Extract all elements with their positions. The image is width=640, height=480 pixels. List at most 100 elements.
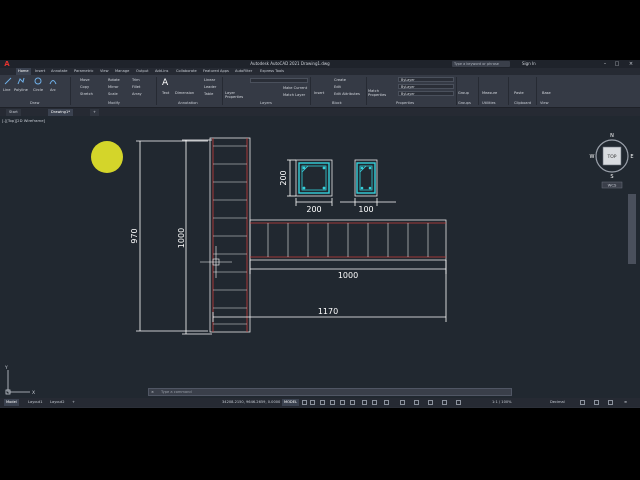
linear-button[interactable]: Linear: [204, 78, 215, 82]
layers-panel-label[interactable]: Layers: [260, 101, 272, 105]
circle-button[interactable]: Circle: [33, 88, 43, 92]
circle-icon[interactable]: [34, 77, 42, 85]
tab-featured-apps[interactable]: Featured Apps: [203, 68, 229, 75]
annotation-scale[interactable]: 1:1 / 100%: [492, 399, 512, 406]
viewcube-south[interactable]: S: [610, 174, 613, 180]
base-button[interactable]: Base: [542, 91, 551, 95]
hardware-acceleration-icon[interactable]: [608, 400, 613, 405]
line-icon[interactable]: [4, 77, 12, 85]
tab-view[interactable]: View: [100, 68, 109, 75]
tab-output[interactable]: Output: [136, 68, 148, 75]
minimize-icon[interactable]: –: [600, 60, 610, 68]
model-space-toggle[interactable]: MODEL: [282, 399, 299, 406]
color-dropdown[interactable]: ByLayer: [398, 77, 454, 82]
start-tab[interactable]: Start: [6, 109, 21, 116]
polyline-icon[interactable]: [17, 77, 25, 85]
sign-in-link[interactable]: Sign In: [522, 60, 536, 68]
command-line[interactable]: × Type a command: [148, 388, 512, 396]
drawing-canvas[interactable]: 970 1000 200 200 100 1000 1170 TOP N S W…: [0, 116, 640, 398]
utilities-panel-label[interactable]: Utilities: [482, 101, 496, 105]
new-tab-button[interactable]: +: [90, 109, 100, 116]
status-menu-icon[interactable]: ≡: [624, 399, 627, 406]
annotation-monitor-icon[interactable]: [400, 400, 405, 405]
group-button[interactable]: Group: [458, 91, 469, 95]
scale-button[interactable]: Scale: [108, 92, 118, 96]
maximize-icon[interactable]: □: [612, 60, 622, 68]
polar-icon[interactable]: [330, 400, 335, 405]
measure-button[interactable]: Measure: [482, 91, 497, 95]
match-properties-button[interactable]: Match Properties: [368, 89, 388, 97]
layer-dropdown[interactable]: [250, 78, 308, 83]
tab-parametric[interactable]: Parametric: [74, 68, 93, 75]
insert-button[interactable]: Insert: [314, 91, 324, 95]
model-tab[interactable]: Model: [4, 399, 19, 406]
command-input[interactable]: Type a command: [161, 389, 192, 396]
quick-properties-icon[interactable]: [428, 400, 433, 405]
tab-express-tools[interactable]: Express Tools: [260, 68, 284, 75]
properties-panel-label[interactable]: Properties: [396, 101, 414, 105]
array-button[interactable]: Array: [132, 92, 142, 96]
arc-icon[interactable]: [49, 77, 57, 85]
autocad-logo-icon[interactable]: A: [2, 60, 12, 68]
close-icon[interactable]: ×: [626, 60, 636, 68]
grid-icon[interactable]: [302, 400, 307, 405]
units-icon[interactable]: [414, 400, 419, 405]
ortho-icon[interactable]: [320, 400, 325, 405]
transparency-icon[interactable]: [372, 400, 377, 405]
tab-insert[interactable]: Insert: [35, 68, 45, 75]
make-current-button[interactable]: Make Current: [283, 86, 307, 90]
layout2-tab[interactable]: Layout2: [48, 399, 67, 406]
customize-icon[interactable]: [580, 400, 585, 405]
text-button[interactable]: Text: [162, 91, 169, 95]
command-line-close-icon[interactable]: ×: [151, 389, 154, 396]
trim-button[interactable]: Trim: [132, 78, 140, 82]
move-button[interactable]: Move: [80, 78, 90, 82]
block-panel-label[interactable]: Block: [332, 101, 342, 105]
clipboard-panel-label[interactable]: Clipboard: [514, 101, 531, 105]
viewcube-west[interactable]: W: [590, 154, 595, 160]
viewcube-east[interactable]: E: [630, 154, 633, 160]
clean-screen-icon[interactable]: [594, 400, 599, 405]
stretch-button[interactable]: Stretch: [80, 92, 93, 96]
tab-add-ins[interactable]: Add-ins: [155, 68, 168, 75]
layer-properties-button[interactable]: Layer Properties: [225, 91, 243, 99]
object-snap-icon[interactable]: [350, 400, 355, 405]
viewcube-north[interactable]: N: [610, 133, 614, 139]
match-layer-button[interactable]: Match Layer: [283, 93, 305, 97]
line-button[interactable]: Line: [3, 88, 11, 92]
linetype-dropdown[interactable]: ByLayer: [398, 84, 454, 89]
table-button[interactable]: Table: [204, 92, 213, 96]
selection-cycling-icon[interactable]: [384, 400, 389, 405]
tab-annotate[interactable]: Annotate: [51, 68, 67, 75]
mirror-button[interactable]: Mirror: [108, 85, 119, 89]
annotation-panel-label[interactable]: Annotation: [178, 101, 198, 105]
dimension-button[interactable]: Dimension: [175, 91, 194, 95]
lineweight-icon[interactable]: [362, 400, 367, 405]
lineweight-dropdown[interactable]: ByLayer: [398, 91, 454, 96]
isodraft-icon[interactable]: [340, 400, 345, 405]
edit-attributes-button[interactable]: Edit Attributes: [334, 92, 360, 96]
annotation-visibility-icon[interactable]: [442, 400, 447, 405]
drawing1-tab[interactable]: Drawing1*: [48, 109, 74, 116]
rotate-button[interactable]: Rotate: [108, 78, 120, 82]
text-icon[interactable]: A: [162, 78, 168, 88]
arc-button[interactable]: Arc: [50, 88, 56, 92]
create-block-button[interactable]: Create: [334, 78, 346, 82]
paste-button[interactable]: Paste: [514, 91, 524, 95]
copy-button[interactable]: Copy: [80, 85, 89, 89]
tab-autofilter[interactable]: AutoFilter: [235, 68, 252, 75]
polyline-button[interactable]: Polyline: [14, 88, 28, 92]
snap-icon[interactable]: [310, 400, 315, 405]
units-dropdown[interactable]: Decimal: [550, 399, 565, 406]
modify-panel-label[interactable]: Modify: [108, 101, 120, 105]
groups-panel-label[interactable]: Groups: [458, 101, 471, 105]
layout1-tab[interactable]: Layout1: [26, 399, 45, 406]
tab-collaborate[interactable]: Collaborate: [176, 68, 197, 75]
leader-button[interactable]: Leader: [204, 85, 216, 89]
draw-panel-label[interactable]: Draw: [30, 101, 39, 105]
view-panel-label[interactable]: View: [540, 101, 549, 105]
search-input[interactable]: Type a keyword or phrase: [452, 61, 510, 67]
viewport-controls[interactable]: [-][Top][2D Wireframe]: [2, 118, 45, 123]
fillet-button[interactable]: Fillet: [132, 85, 140, 89]
navigation-bar[interactable]: [628, 194, 636, 264]
